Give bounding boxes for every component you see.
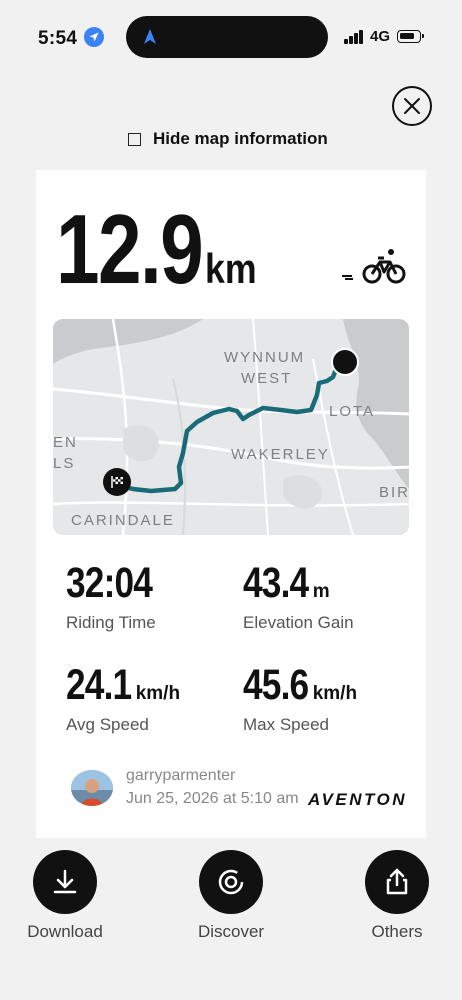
network-type: 4G [370, 28, 391, 45]
stat-avg-speed: 24.1 km/h Avg Speed [66, 664, 180, 735]
share-icon [365, 850, 429, 914]
location-arrow-icon [84, 27, 104, 47]
stat-value: 24.1 [66, 661, 132, 709]
distance-unit: km [204, 245, 257, 292]
stat-label: Elevation Gain [243, 613, 354, 632]
distance-display: 12.9 km [56, 200, 265, 298]
ride-summary-card: 12.9 km WYNNUM WEST LOTA WAKERLEY EN LS … [36, 170, 426, 838]
download-label: Download [27, 922, 103, 941]
status-time: 5:54 [38, 28, 78, 49]
stat-max-speed: 45.6 km/h Max Speed [243, 664, 357, 735]
route-start-marker [331, 348, 359, 376]
route-map: WYNNUM WEST LOTA WAKERLEY EN LS BIR CARI… [53, 319, 409, 535]
download-icon [33, 850, 97, 914]
signal-icon [344, 30, 364, 44]
brand-logo: AVENTON [308, 790, 408, 809]
map-label: EN [53, 434, 78, 451]
discover-label: Discover [197, 922, 265, 941]
stat-unit: m [312, 581, 330, 602]
others-label: Others [371, 922, 423, 941]
navigation-arrow-icon [144, 29, 156, 44]
stat-label: Avg Speed [66, 715, 149, 734]
stat-unit: km/h [135, 683, 181, 704]
discover-button[interactable]: Discover [176, 850, 286, 942]
stat-value: 43.4 [243, 559, 309, 607]
download-button[interactable]: Download [10, 850, 120, 942]
stat-value: 32:04 [66, 559, 153, 607]
stat-unit: km/h [312, 683, 358, 704]
map-label: CARINDALE [71, 512, 175, 529]
map-label: BIR [379, 484, 409, 501]
map-label: WAKERLEY [231, 446, 330, 463]
bicycle-icon [342, 249, 406, 284]
avatar [71, 770, 113, 806]
stat-riding-time: 32:04 Riding Time [66, 562, 171, 633]
stat-label: Max Speed [243, 715, 329, 734]
finish-flag-icon [103, 468, 131, 496]
map-label: LS [53, 455, 76, 472]
map-label: WEST [241, 370, 293, 387]
others-button[interactable]: Others [342, 850, 452, 942]
map-label: WYNNUM [224, 349, 306, 366]
map-label: LOTA [329, 403, 376, 420]
distance-value: 12.9 [56, 194, 204, 304]
close-icon [404, 98, 420, 114]
hide-map-checkbox[interactable] [128, 132, 141, 146]
close-button[interactable] [392, 86, 432, 126]
status-bar: 5:54 4G [0, 0, 462, 70]
hide-map-label: Hide map information [153, 129, 328, 148]
hide-map-toggle[interactable]: Hide map information [128, 128, 328, 150]
battery-icon [397, 30, 424, 43]
stat-label: Riding Time [66, 613, 156, 632]
stat-elevation-gain: 43.4 m Elevation Gain [243, 562, 354, 633]
user-name: garryparmenter [126, 767, 236, 784]
stat-value: 45.6 [243, 661, 309, 709]
discover-icon [199, 850, 263, 914]
dynamic-island [126, 16, 328, 58]
ride-date: Jun 25, 2026 at 5:10 am [126, 790, 299, 807]
